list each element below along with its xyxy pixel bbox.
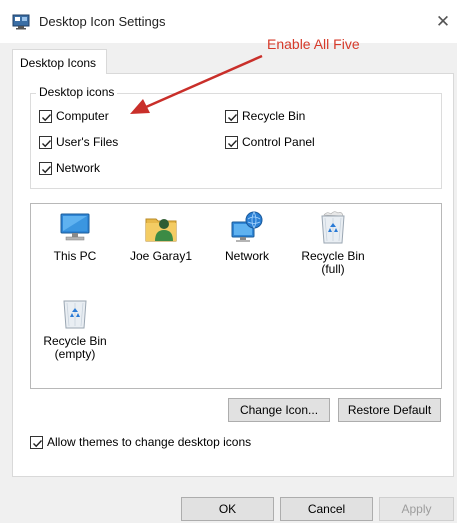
recycle-bin-empty-icon bbox=[63, 300, 87, 329]
icon-item-joe-garay1-name: Joe Garay1 bbox=[129, 249, 193, 263]
close-button[interactable]: ✕ bbox=[431, 9, 455, 33]
users-files-checkbox-label: User's Files bbox=[56, 135, 119, 149]
network-icon bbox=[231, 211, 263, 242]
tab-desktop-icons-label: Desktop Icons bbox=[20, 56, 97, 70]
recycle-bin-full-icon bbox=[321, 211, 345, 244]
user-folder-icon bbox=[145, 218, 177, 242]
control-panel-checkbox[interactable]: Control Panel bbox=[225, 135, 315, 149]
checkbox-box[interactable] bbox=[39, 109, 52, 123]
computer-checkbox[interactable]: Computer bbox=[39, 109, 109, 123]
checkbox-box[interactable] bbox=[39, 135, 52, 149]
restore-default-button[interactable]: Restore Default bbox=[338, 398, 441, 422]
checkbox-box[interactable] bbox=[39, 161, 52, 175]
computer-icon bbox=[60, 213, 90, 241]
window-title: Desktop Icon Settings bbox=[39, 14, 166, 29]
network-checkbox[interactable]: Network bbox=[39, 161, 100, 175]
icon-item-this-pc-name: This PC bbox=[53, 249, 97, 263]
allow-themes-checkbox[interactable]: Allow themes to change desktop icons bbox=[30, 435, 251, 449]
checkmark-icon bbox=[33, 439, 43, 447]
desktop-settings-icon bbox=[12, 14, 30, 30]
users-files-checkbox[interactable]: User's Files bbox=[39, 135, 118, 149]
control-panel-checkbox-label: Control Panel bbox=[242, 135, 315, 149]
checkbox-box[interactable] bbox=[225, 135, 238, 149]
apply-button[interactable]: Apply bbox=[379, 497, 454, 521]
allow-themes-checkbox-label: Allow themes to change desktop icons bbox=[47, 435, 252, 449]
checkmark-icon bbox=[228, 139, 238, 147]
annotation-text: Enable All Five bbox=[267, 36, 360, 52]
icon-item-recycle-bin-empty-name: Recycle Bin (empty) bbox=[43, 334, 107, 361]
ok-button[interactable]: OK bbox=[181, 497, 274, 521]
checkmark-icon bbox=[42, 139, 52, 147]
checkmark-icon bbox=[42, 165, 52, 173]
checkmark-icon bbox=[228, 113, 238, 121]
checkbox-box[interactable] bbox=[30, 435, 43, 449]
icon-item-joe-garay1[interactable]: Joe Garay1 bbox=[123, 210, 199, 263]
checkmark-icon bbox=[42, 113, 52, 121]
cancel-button[interactable]: Cancel bbox=[280, 497, 373, 521]
close-icon: ✕ bbox=[435, 11, 451, 31]
tab-desktop-icons[interactable]: Desktop Icons bbox=[12, 49, 107, 74]
recycle-bin-checkbox-label: Recycle Bin bbox=[242, 109, 306, 123]
network-checkbox-label: Network bbox=[56, 161, 101, 175]
icon-list-view[interactable]: This PC Joe Garay1 Network Recycle Bin (… bbox=[30, 203, 442, 389]
checkbox-box[interactable] bbox=[225, 109, 238, 123]
icon-item-network[interactable]: Network bbox=[209, 210, 285, 263]
computer-checkbox-label: Computer bbox=[56, 109, 109, 123]
desktop-icons-group-label: Desktop icons bbox=[36, 85, 118, 99]
recycle-bin-checkbox[interactable]: Recycle Bin bbox=[225, 109, 305, 123]
icon-item-this-pc[interactable]: This PC bbox=[37, 210, 113, 263]
icon-item-recycle-bin-full[interactable]: Recycle Bin (full) bbox=[295, 210, 371, 276]
icon-item-recycle-bin-full-name: Recycle Bin (full) bbox=[301, 249, 365, 276]
icon-item-network-name: Network bbox=[224, 249, 269, 263]
change-icon-button[interactable]: Change Icon... bbox=[228, 398, 330, 422]
title-bar: Desktop Icon Settings ✕ bbox=[0, 0, 457, 44]
icon-item-recycle-bin-empty[interactable]: Recycle Bin (empty) bbox=[37, 295, 113, 361]
